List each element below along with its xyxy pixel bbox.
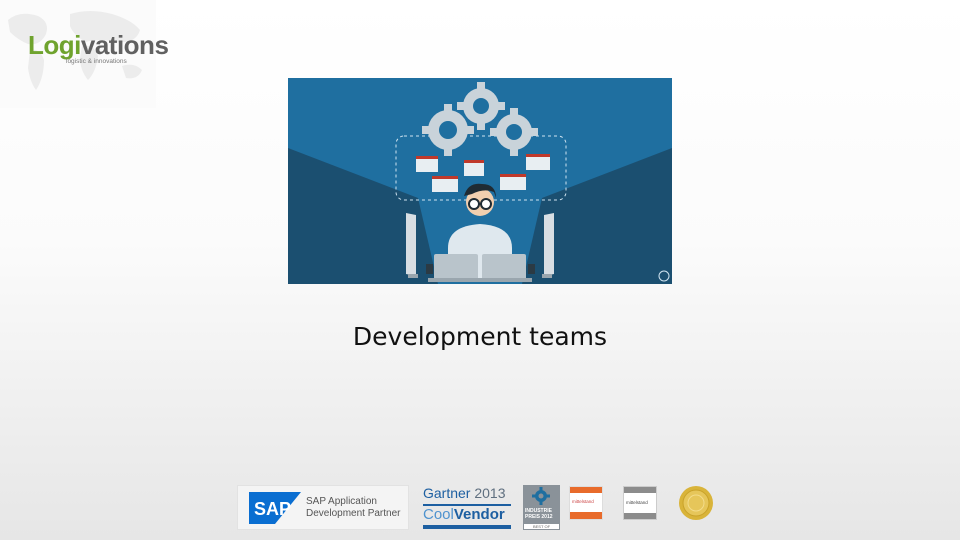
industrie-line2: PREIS: [525, 514, 541, 520]
mug-icon: [426, 264, 433, 274]
innovationspreis-label: mittelstand: [572, 499, 594, 504]
sap-badge-line2: Development Partner: [306, 508, 401, 519]
app-window-icon: [500, 174, 526, 190]
logo-tagline: logistic & innovations: [66, 58, 127, 65]
laptop-icon: [476, 254, 532, 282]
innovationspreis-label: mittelstand: [626, 500, 648, 505]
divider: [423, 525, 511, 529]
gartner-year: 2013: [474, 485, 506, 501]
app-window-icon: [432, 176, 458, 192]
laptop-icon: [428, 254, 484, 282]
slide-title: Development teams: [352, 322, 608, 351]
app-window-icon: [526, 154, 550, 170]
app-window-icon: [416, 156, 438, 172]
logo-text-logi: Logi: [28, 30, 81, 60]
innovationspreis-badge: mittelstand: [623, 486, 657, 520]
mug-icon: [528, 264, 535, 274]
industriepreis-badge: INDUSTRIE PREIS 2012 BEST OF: [523, 485, 560, 530]
developer-illustration: [288, 78, 672, 284]
logo-text-vations: vations: [80, 30, 169, 60]
sap-badge-line1: SAP Application: [306, 496, 377, 507]
company-logo: Logivations logistic & innovations: [0, 0, 169, 108]
gartner-cool-vendor-badge: Gartner 2013 CoolVendor: [421, 484, 513, 530]
industrie-best-of: BEST OF: [523, 523, 560, 530]
sap-logo-icon: SAP: [249, 492, 301, 524]
app-window-icon: [464, 160, 484, 176]
gartner-vendor: Vendor: [453, 506, 505, 523]
gartner-cool: Cool: [423, 506, 454, 523]
sap-partner-badge: SAP SAP Application Development Partner: [237, 485, 409, 530]
gartner-brand: Gartner: [423, 485, 471, 501]
gold-seal-icon: [679, 486, 713, 520]
industrie-year: 2012: [541, 514, 553, 520]
innovationspreis-badge: mittelstand: [569, 486, 603, 520]
gear-icon: [532, 487, 550, 505]
sap-logo-text: SAP: [254, 499, 291, 519]
